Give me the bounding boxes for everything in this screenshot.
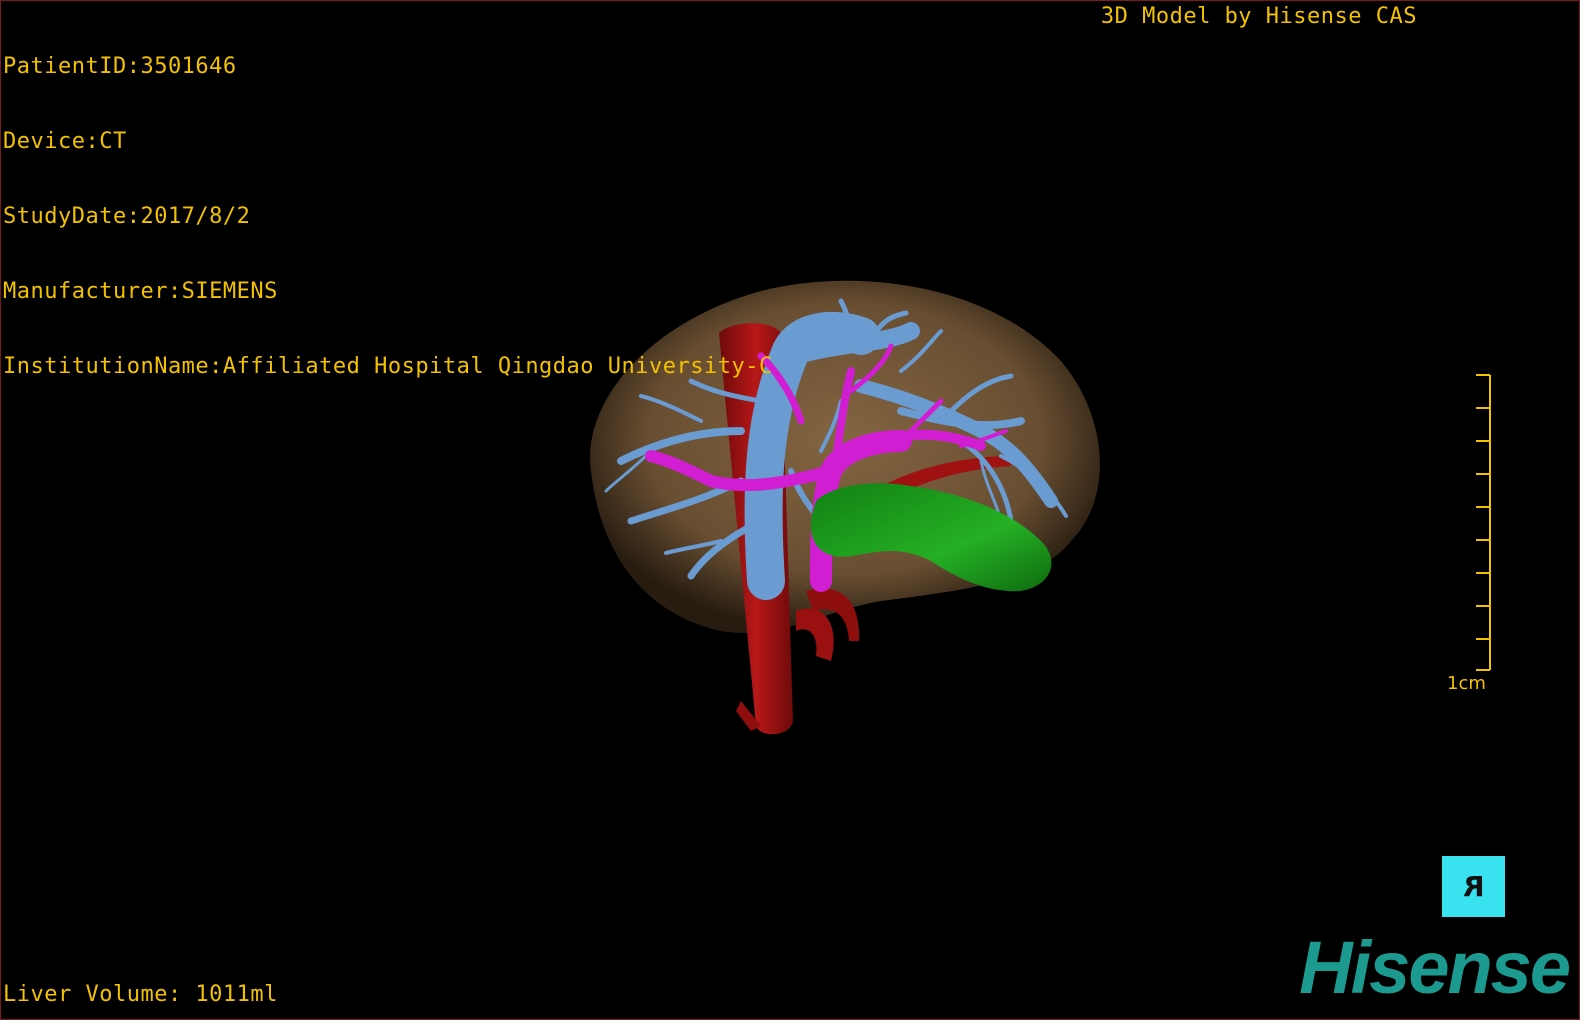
model-credit: 3D Model by Hisense CAS: [1100, 4, 1417, 29]
patient-metadata: PatientID:3501646 Device:CT StudyDate:20…: [3, 4, 773, 429]
hisense-logo: Hisense: [1299, 926, 1571, 1009]
scale-label: 1cm: [1447, 673, 1486, 694]
orientation-cube[interactable]: R: [1442, 856, 1505, 917]
device: Device:CT: [3, 129, 127, 154]
manufacturer: Manufacturer:SIEMENS: [3, 279, 278, 304]
study-date: StudyDate:2017/8/2: [3, 204, 251, 229]
orientation-label: R: [1462, 870, 1485, 903]
scale-bar: [1476, 374, 1491, 671]
liver-volume: Liver Volume: 1011ml: [3, 982, 278, 1007]
3d-viewport[interactable]: PatientID:3501646 Device:CT StudyDate:20…: [0, 0, 1580, 1020]
institution-name: InstitutionName:Affiliated Hospital Qing…: [3, 354, 773, 379]
patient-id: PatientID:3501646: [3, 54, 237, 79]
